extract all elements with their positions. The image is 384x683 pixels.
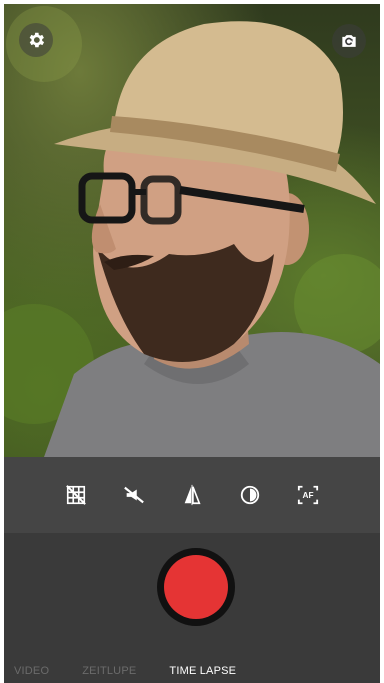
autofocus-icon: AF bbox=[297, 485, 319, 505]
mirror-toggle-button[interactable] bbox=[163, 475, 221, 515]
settings-button[interactable] bbox=[19, 23, 53, 57]
grid-toggle-button[interactable] bbox=[47, 475, 105, 515]
mode-slow-motion[interactable]: ZEITLUPE bbox=[82, 665, 136, 677]
camera-viewfinder[interactable] bbox=[4, 4, 380, 457]
exposure-icon bbox=[240, 485, 260, 505]
grid-off-icon bbox=[66, 485, 86, 505]
camera-switch-icon bbox=[342, 35, 356, 47]
record-button-inner bbox=[164, 555, 228, 619]
camera-app: AF VIDEO ZEITLUPE TIME LAPSE bbox=[4, 4, 380, 683]
mode-time-lapse[interactable]: TIME LAPSE bbox=[169, 665, 236, 677]
autofocus-button[interactable]: AF bbox=[279, 475, 337, 515]
flash-off-icon bbox=[124, 486, 144, 504]
flash-toggle-button[interactable] bbox=[105, 475, 163, 515]
capture-controls bbox=[4, 533, 380, 659]
camera-toolbar: AF bbox=[4, 457, 380, 533]
switch-camera-button[interactable] bbox=[332, 24, 366, 58]
af-label: AF bbox=[303, 491, 314, 500]
exposure-button[interactable] bbox=[221, 475, 279, 515]
mode-video[interactable]: VIDEO bbox=[14, 665, 49, 677]
record-button[interactable] bbox=[157, 548, 235, 626]
mode-selector: VIDEO ZEITLUPE TIME LAPSE bbox=[4, 659, 380, 683]
mirror-icon bbox=[184, 484, 201, 506]
gear-icon bbox=[29, 32, 45, 48]
subject-photo bbox=[4, 6, 380, 457]
